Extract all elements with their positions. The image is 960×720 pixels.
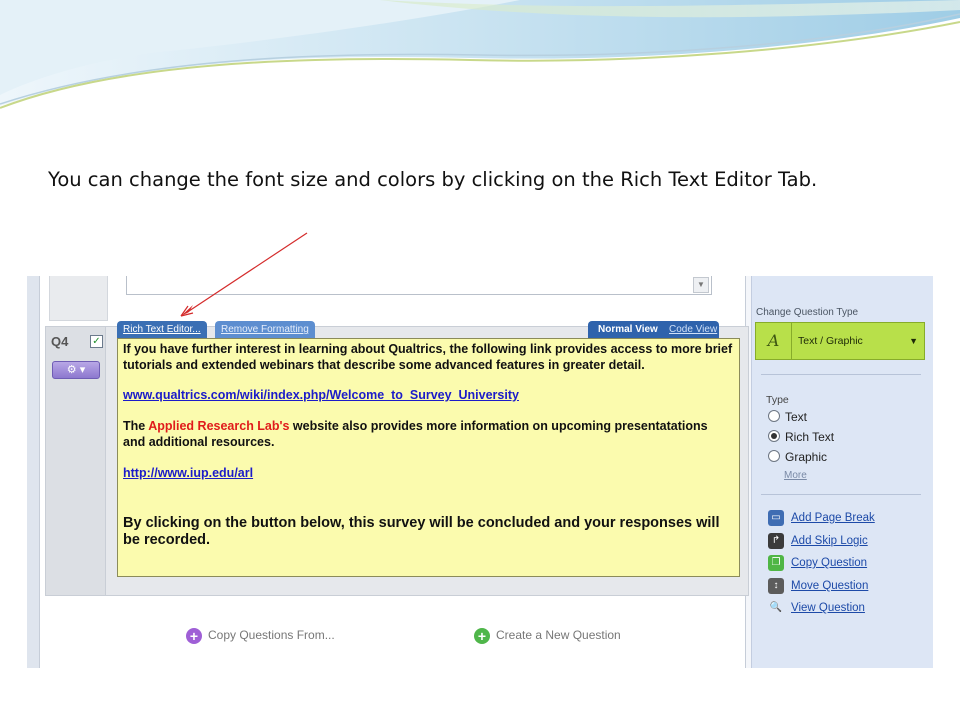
radio-graphic[interactable]: Graphic xyxy=(768,450,827,464)
view-question-link[interactable]: 🔍 View Question xyxy=(768,600,865,616)
tab-rich-text-editor[interactable]: Rich Text Editor... xyxy=(117,321,207,338)
more-types-link[interactable]: More xyxy=(784,470,807,481)
create-question-label: Create a New Question xyxy=(496,628,621,643)
divider xyxy=(761,494,921,495)
editor-paragraph: If you have further interest in learning… xyxy=(123,342,733,372)
question-gutter: Q4 ✓ ⚙ ▾ xyxy=(46,327,106,595)
qualtrics-editor-screenshot: ▼ Q4 ✓ ⚙ ▾ Rich Text Editor... Remove Fo… xyxy=(27,276,933,668)
view-tabs: Normal View Code View xyxy=(588,321,719,338)
tool-label: Add Page Break xyxy=(791,512,875,525)
move-question-link[interactable]: ↕ Move Question xyxy=(768,578,868,594)
scroll-down-icon[interactable]: ▼ xyxy=(693,277,709,293)
check-icon[interactable]: ✓ xyxy=(90,335,103,348)
create-new-question-button[interactable]: + Create a New Question xyxy=(474,628,621,644)
change-question-type-heading: Change Question Type xyxy=(756,307,859,318)
tool-label: Move Question xyxy=(791,580,869,593)
editor-text: The xyxy=(123,419,149,433)
copy-questions-from-button[interactable]: + Copy Questions From... xyxy=(186,628,335,644)
copy-icon: ❐ xyxy=(768,555,784,571)
chevron-down-icon: ▼ xyxy=(909,336,918,346)
copy-question-link[interactable]: ❐ Copy Question xyxy=(768,555,867,571)
tool-label: Add Skip Logic xyxy=(791,535,868,548)
plus-icon: + xyxy=(186,628,202,644)
editor-link-qualtrics[interactable]: www.qualtrics.com/wiki/index.php/Welcome… xyxy=(123,388,733,404)
type-options-title: Type xyxy=(766,394,789,406)
tool-label: View Question xyxy=(791,602,865,615)
survey-canvas: ▼ Q4 ✓ ⚙ ▾ Rich Text Editor... Remove Fo… xyxy=(40,276,749,668)
editor-link-arl[interactable]: http://www.iup.edu/arl xyxy=(123,466,733,482)
text-type-icon: A xyxy=(756,323,792,359)
radio-icon xyxy=(768,410,780,422)
page-break-icon: ▭ xyxy=(768,510,784,526)
editor-red-text: Applied Research Lab's xyxy=(148,419,290,433)
previous-question-text-entry[interactable]: ▼ xyxy=(126,276,712,295)
header-swoosh-decoration xyxy=(0,0,960,109)
add-skip-logic-link[interactable]: ↱ Add Skip Logic xyxy=(768,533,868,549)
divider xyxy=(761,374,921,375)
move-icon: ↕ xyxy=(768,578,784,594)
radio-selected-icon xyxy=(768,430,780,442)
question-number: Q4 xyxy=(51,334,69,349)
previous-question-gutter xyxy=(49,276,108,321)
radio-icon xyxy=(768,450,780,462)
radio-text[interactable]: Text xyxy=(768,410,807,424)
magnifier-icon: 🔍 xyxy=(769,602,783,613)
plus-icon: + xyxy=(474,628,490,644)
instruction-caption: You can change the font size and colors … xyxy=(48,168,818,191)
question-type-selector[interactable]: A Text / Graphic ▼ xyxy=(755,322,925,360)
question-properties-panel: Change Question Type A Text / Graphic ▼ … xyxy=(751,276,933,668)
gear-icon: ⚙ xyxy=(66,364,77,376)
radio-label: Text xyxy=(785,410,808,424)
tab-remove-formatting[interactable]: Remove Formatting xyxy=(215,321,315,338)
current-question-type: Text / Graphic xyxy=(798,335,863,347)
left-edge-panel xyxy=(27,276,40,668)
editor-paragraph: The Applied Research Lab's website also … xyxy=(123,419,733,450)
skip-logic-icon: ↱ xyxy=(768,533,784,549)
radio-rich-text[interactable]: Rich Text xyxy=(768,430,834,444)
question-block-q4[interactable]: Q4 ✓ ⚙ ▾ Rich Text Editor... Remove Form… xyxy=(45,321,749,596)
rich-text-editor-area[interactable]: If you have further interest in learning… xyxy=(117,338,740,577)
tab-normal-view[interactable]: Normal View xyxy=(598,321,658,338)
question-options-button[interactable]: ⚙ ▾ xyxy=(52,361,100,379)
editor-closing-paragraph: By clicking on the button below, this su… xyxy=(123,515,720,548)
copy-questions-label: Copy Questions From... xyxy=(208,628,335,643)
tab-code-view[interactable]: Code View xyxy=(669,321,717,338)
tool-label: Copy Question xyxy=(791,557,868,570)
radio-label: Graphic xyxy=(785,450,828,464)
add-page-break-link[interactable]: ▭ Add Page Break xyxy=(768,510,875,526)
chevron-down-icon: ▾ xyxy=(79,364,86,376)
radio-label: Rich Text xyxy=(785,430,835,444)
